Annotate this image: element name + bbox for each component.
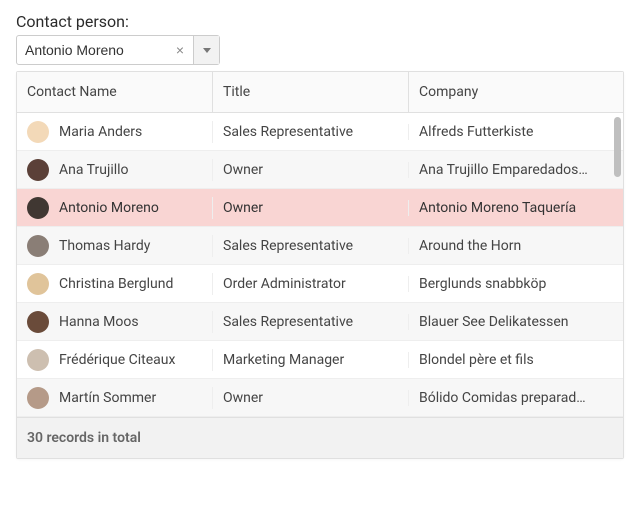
cell-title: Owner [213,390,409,406]
contact-name-text: Frédérique Citeaux [59,352,175,368]
grid-body: Maria AndersSales RepresentativeAlfreds … [17,113,623,417]
table-row[interactable]: Hanna Moos Sales RepresentativeBlauer See… [17,303,623,341]
cell-title: Marketing Manager [213,352,409,368]
column-header-name[interactable]: Contact Name [17,72,213,112]
contact-name-text: Hanna Moos [59,314,139,330]
cell-company: Ana Trujillo Emparedados… [409,162,623,178]
scrollbar-thumb[interactable] [614,117,621,177]
field-label: Contact person: [16,12,625,31]
avatar [27,121,49,143]
cell-company: Around the Horn [409,238,623,254]
cell-company: Antonio Moreno Taquería [409,200,623,216]
dropdown-toggle[interactable] [193,36,219,64]
grid-header: Contact Name Title Company [17,72,623,113]
cell-company: Alfreds Futterkiste [409,124,623,140]
close-icon: × [176,42,184,58]
chevron-down-icon [203,48,211,53]
avatar [27,159,49,181]
avatar [27,311,49,333]
cell-contact-name: Frédérique Citeaux [17,349,213,371]
cell-contact-name: Thomas Hardy [17,235,213,257]
cell-title: Sales Representative [213,238,409,254]
cell-title: Owner [213,200,409,216]
contact-input[interactable] [17,36,167,64]
contact-name-text: Maria Anders [59,124,142,140]
table-row[interactable]: Thomas Hardy Sales RepresentativeAround t… [17,227,623,265]
cell-contact-name: Hanna Moos [17,311,213,333]
cell-contact-name: Maria Anders [17,121,213,143]
cell-contact-name: Ana Trujillo [17,159,213,181]
column-header-company[interactable]: Company [409,72,623,112]
cell-title: Sales Representative [213,314,409,330]
cell-company: Blondel père et fils [409,352,623,368]
contact-name-text: Martín Sommer [59,390,156,406]
grid-footer: 30 records in total [17,417,623,458]
cell-title: Owner [213,162,409,178]
contact-name-text: Thomas Hardy [59,238,150,254]
table-row[interactable]: Frédérique Citeaux Marketing ManagerBlond… [17,341,623,379]
table-row[interactable]: Ana Trujillo OwnerAna Trujillo Emparedado… [17,151,623,189]
avatar [27,273,49,295]
contact-name-text: Ana Trujillo [59,162,129,178]
avatar [27,235,49,257]
cell-company: Bólido Comidas preparad… [409,390,623,406]
table-row[interactable]: Antonio Moreno OwnerAntonio Moreno Taquer… [17,189,623,227]
cell-title: Sales Representative [213,124,409,140]
table-row[interactable]: Martín Sommer OwnerBólido Comidas prepara… [17,379,623,417]
column-header-title[interactable]: Title [213,72,409,112]
contact-name-text: Christina Berglund [59,276,173,292]
cell-title: Order Administrator [213,276,409,292]
cell-contact-name: Martín Sommer [17,387,213,409]
cell-company: Blauer See Delikatessen [409,314,623,330]
avatar [27,387,49,409]
cell-contact-name: Christina Berglund [17,273,213,295]
table-row[interactable]: Maria Anders Sales RepresentativeAlfreds … [17,113,623,151]
contacts-grid: Contact Name Title Company Maria Anders S… [16,71,624,459]
cell-company: Berglunds snabbköp [409,276,623,292]
avatar [27,349,49,371]
table-row[interactable]: Christina Berglund Order AdministratorBer… [17,265,623,303]
avatar [27,197,49,219]
clear-button[interactable]: × [167,36,193,64]
contact-name-text: Antonio Moreno [59,200,159,216]
contact-combobox[interactable]: × [16,35,220,65]
cell-contact-name: Antonio Moreno [17,197,213,219]
